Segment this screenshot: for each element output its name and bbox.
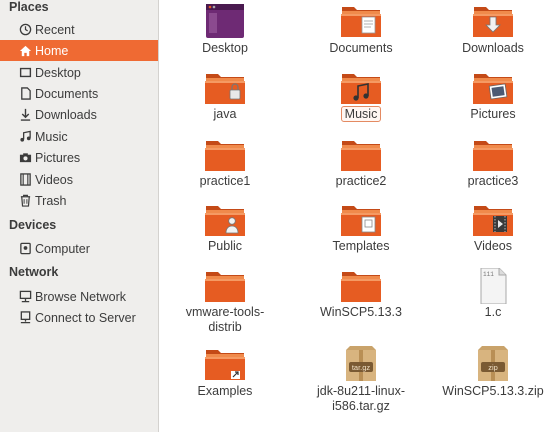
text-file-icon: 111: [472, 267, 514, 305]
network-icon: [18, 290, 32, 304]
documents-folder-icon: [340, 3, 382, 39]
sidebar-item-label: Downloads: [35, 107, 97, 122]
sidebar-item-label: Desktop: [35, 65, 81, 80]
sidebar-item-music[interactable]: Music: [0, 126, 158, 147]
sidebar-item-browse-network[interactable]: Browse Network: [0, 286, 158, 307]
file-label: WinSCP5.13.3: [320, 305, 402, 319]
file-label: Public: [207, 239, 243, 253]
svg-text:zip: zip: [488, 363, 498, 372]
document-icon: [18, 87, 32, 101]
network-heading: Network: [9, 265, 59, 279]
file-label: practice3: [467, 174, 519, 188]
file-label: Music: [296, 106, 426, 122]
sidebar-item-label: Pictures: [35, 150, 81, 165]
file-label: vmware-tools-distrib: [185, 305, 265, 334]
sidebar-item-pictures[interactable]: Pictures: [0, 147, 158, 168]
folder-icon: [340, 137, 382, 173]
file-label: Pictures: [470, 107, 516, 121]
desktop-folder-icon: [18, 66, 32, 80]
devices-heading: Devices: [9, 218, 57, 232]
trash-icon: [18, 194, 32, 208]
music-note-icon: [18, 130, 32, 144]
file-label: 1.c: [484, 305, 502, 319]
pictures-folder-icon: [472, 70, 514, 106]
sidebar-item-label: Browse Network: [35, 289, 126, 304]
file-label: Examples: [197, 384, 253, 398]
sidebar-item-connect-to-server[interactable]: Connect to Server: [0, 307, 158, 328]
harddisk-icon: [18, 242, 32, 256]
file-label: Downloads: [462, 41, 524, 55]
sidebar-item-label: Documents: [35, 86, 99, 101]
sidebar-item-label: Videos: [35, 172, 73, 187]
file-label: practice1: [199, 174, 251, 188]
file-label: practice2: [335, 174, 387, 188]
sidebar-item-recent[interactable]: Recent: [0, 19, 158, 40]
folder-icon: [204, 268, 246, 304]
file-label: WinSCP5.13.3.zip: [442, 384, 544, 398]
sidebar-item-videos[interactable]: Videos: [0, 169, 158, 190]
camera-icon: [18, 151, 32, 165]
file-badge-text: 111: [483, 271, 494, 278]
symlink-folder-icon: [204, 346, 246, 382]
archive-icon: zip: [472, 346, 514, 382]
download-arrow-icon: [18, 108, 32, 122]
folder-icon: [204, 137, 246, 173]
sidebar-item-downloads[interactable]: Downloads: [0, 104, 158, 125]
desktop-icon: [204, 3, 246, 39]
sidebar-item-label: Connect to Server: [35, 310, 136, 325]
file-label: java: [213, 107, 237, 121]
sidebar-item-label: Trash: [35, 193, 67, 208]
downloads-folder-icon: [472, 3, 514, 39]
sidebar-item-desktop[interactable]: Desktop: [0, 62, 158, 83]
file-label: Templates: [332, 239, 390, 253]
sidebar: Places Recent Home Desktop Documents Dow…: [0, 0, 159, 432]
sidebar-item-label: Computer: [35, 241, 90, 256]
sidebar-item-label: Recent: [35, 22, 75, 37]
archive-icon: tar.gz: [340, 346, 382, 382]
file-label: Desktop: [202, 41, 248, 55]
locked-folder-icon: [204, 70, 246, 106]
sidebar-item-home[interactable]: Home: [0, 40, 158, 61]
places-heading: Places: [9, 0, 49, 14]
file-grid: Desktop Documents Downloads java Music Pictur…: [160, 0, 558, 432]
clock-icon: [18, 23, 32, 37]
sidebar-item-trash[interactable]: Trash: [0, 190, 158, 211]
sidebar-item-computer[interactable]: Computer: [0, 238, 158, 259]
sidebar-item-label: Music: [35, 129, 68, 144]
server-icon: [18, 311, 32, 325]
folder-icon: [472, 137, 514, 173]
videos-folder-icon: [472, 202, 514, 238]
music-folder-icon: [340, 70, 382, 106]
public-folder-icon: [204, 202, 246, 238]
home-icon: [18, 44, 32, 58]
file-label: Documents: [329, 41, 393, 55]
film-icon: [18, 173, 32, 187]
svg-text:tar.gz: tar.gz: [352, 363, 371, 372]
sidebar-item-documents[interactable]: Documents: [0, 83, 158, 104]
file-label: jdk-8u211-linux-i586.tar.gz: [316, 384, 405, 413]
file-label: Videos: [474, 239, 512, 253]
folder-icon: [340, 268, 382, 304]
sidebar-item-label: Home: [35, 43, 69, 58]
templates-folder-icon: [340, 202, 382, 238]
